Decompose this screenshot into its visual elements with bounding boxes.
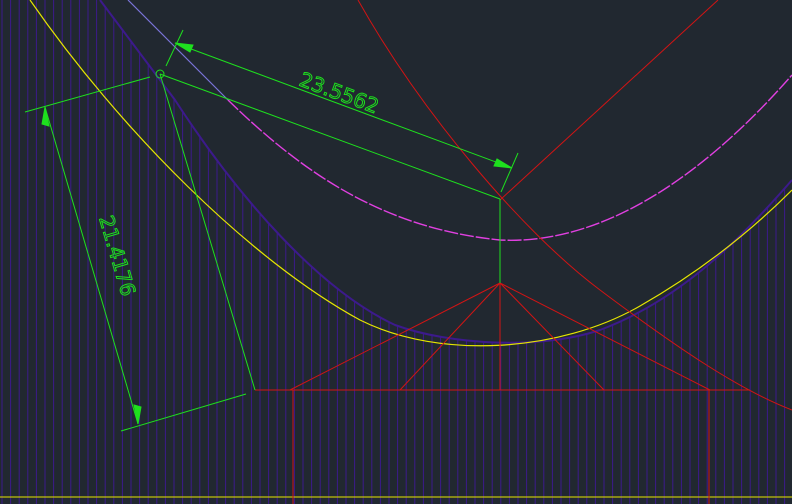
- cad-drawing[interactable]: 23.5562 21.4176: [0, 0, 792, 504]
- cad-viewport[interactable]: 23.5562 21.4176: [0, 0, 792, 504]
